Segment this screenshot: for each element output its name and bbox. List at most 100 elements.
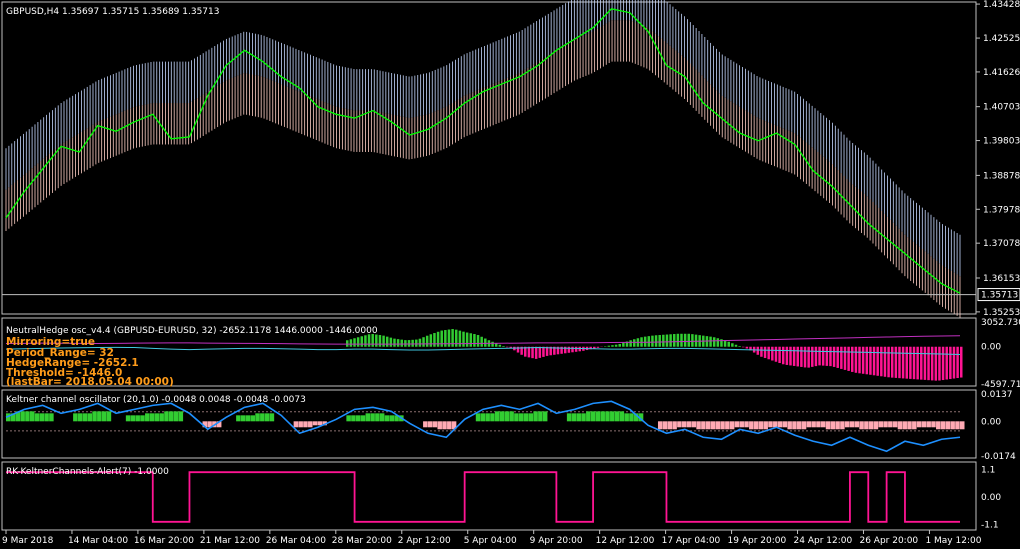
keltner-tick-label: 0.0137 — [981, 390, 1013, 400]
keltner-bar — [849, 421, 855, 428]
keltner-bar — [801, 421, 807, 430]
keltner-bar — [892, 421, 898, 428]
keltner-bar — [475, 413, 481, 422]
hedge-bar — [596, 346, 600, 348]
keltner-bands — [5, 0, 961, 318]
hedge-bar — [687, 333, 691, 347]
keltner-bar — [720, 421, 725, 430]
hedge-bar — [396, 339, 400, 347]
hedge-bar — [803, 346, 807, 368]
hedge-bar — [756, 346, 760, 355]
keltner-bar — [432, 421, 438, 428]
keltner-bar — [178, 411, 184, 422]
hedge-bar — [927, 346, 930, 381]
time-tick-label: 19 Apr 20:00 — [728, 536, 787, 546]
hedge-bar — [502, 346, 505, 347]
hedge-bar — [440, 330, 443, 347]
hedge-bar — [411, 339, 414, 347]
hedge-tick-label: -4597.7124 — [981, 380, 1020, 390]
keltner-bar — [130, 415, 136, 422]
hedge-bar — [811, 346, 814, 367]
hedge-bar — [694, 334, 698, 347]
hedge-upper-line — [5, 335, 961, 345]
keltner-tick-label: 0.00 — [981, 417, 1001, 427]
keltner-bar — [542, 411, 548, 422]
hedge-bar — [832, 346, 836, 367]
time-tick-label: 16 Mar 20:00 — [134, 536, 194, 546]
hedge-bar — [876, 346, 879, 376]
keltner-bar — [423, 421, 428, 428]
keltner-bar — [571, 413, 577, 422]
hedge-bar — [887, 346, 890, 378]
hedge-bar — [349, 339, 353, 347]
hedge-bar — [651, 335, 654, 347]
rk-alert-line — [6, 471, 960, 523]
keltner-bar — [514, 413, 519, 422]
keltner-bar — [293, 421, 299, 428]
mt4-chart[interactable]: 1.43428 1.42525 1.41626 1.40703 1.39803 1.388… — [0, 0, 1020, 549]
hedge-bar — [611, 345, 614, 347]
keltner-bar — [883, 421, 888, 428]
keltner-bar — [936, 421, 941, 430]
hedge-bar — [840, 346, 843, 369]
keltner-bar — [92, 411, 97, 422]
keltner-bar — [864, 421, 869, 430]
price-tick-label: 1.35253 — [983, 308, 1020, 318]
hedge-bar — [527, 346, 531, 358]
keltner-bar — [245, 415, 251, 422]
keltner-bar — [605, 411, 610, 422]
keltner-bar — [351, 415, 356, 422]
keltner-bar — [725, 421, 730, 430]
hedge-bar — [393, 338, 396, 347]
hedge-histogram — [346, 329, 963, 381]
keltner-bar — [140, 415, 145, 422]
keltner-bar — [173, 411, 179, 422]
keltner-bar — [360, 415, 366, 422]
hedge-title: NeutralHedge osc_v4.4 (GBPUSD-EURUSD, 32… — [6, 326, 378, 336]
keltner-bar — [389, 415, 395, 422]
keltner-bar — [39, 413, 45, 422]
hedge-info-lines: Mirroring=true Period_Range= 32 HedgeRan… — [6, 336, 174, 388]
keltner-bar — [773, 421, 778, 428]
hedge-bar — [353, 338, 356, 347]
keltner-bar — [499, 411, 505, 422]
keltner-bar — [581, 413, 586, 422]
hedge-bar — [738, 346, 741, 347]
hedge-bar — [418, 338, 422, 347]
hedge-bar — [854, 346, 858, 373]
hedge-bar — [934, 346, 938, 381]
time-tick-label: 5 Apr 04:00 — [464, 536, 517, 546]
keltner-bar — [82, 413, 88, 422]
keltner-bar — [926, 421, 931, 428]
hedge-bar — [920, 346, 923, 380]
keltner-bar — [672, 421, 677, 430]
keltner-bar — [303, 421, 308, 428]
rk-tick-label: 0.00 — [981, 493, 1001, 503]
hedge-bar — [614, 344, 618, 347]
keltner-bar — [586, 411, 591, 422]
hedge-bar — [534, 346, 538, 359]
hedge-bar — [901, 346, 905, 379]
hedge-bar — [898, 346, 901, 379]
price-line — [5, 8, 961, 294]
keltner-bar — [494, 411, 500, 422]
hedge-bar — [531, 346, 534, 359]
hedge-bar — [480, 336, 483, 347]
symbol-header: GBPUSD,H4 1.35697 1.35715 1.35689 1.3571… — [6, 7, 219, 17]
keltner-bar — [149, 413, 155, 422]
keltner-title: Keltner channel oscillator (20,1.0) -0.0… — [6, 395, 306, 405]
price-tick-label: 1.40703 — [983, 103, 1020, 113]
keltner-bar — [897, 421, 903, 430]
hedge-bar — [829, 346, 832, 367]
keltner-bar — [447, 421, 452, 430]
keltner-bar — [365, 413, 371, 422]
hedge-bar — [723, 340, 727, 347]
keltner-bar — [370, 413, 375, 422]
keltner-bar — [657, 421, 663, 430]
keltner-bar — [566, 413, 572, 422]
keltner-bar — [379, 413, 385, 422]
keltner-bar — [763, 421, 768, 430]
keltner-bar — [312, 421, 318, 426]
hedge-bar — [742, 346, 745, 348]
hedge-bar — [774, 346, 778, 362]
